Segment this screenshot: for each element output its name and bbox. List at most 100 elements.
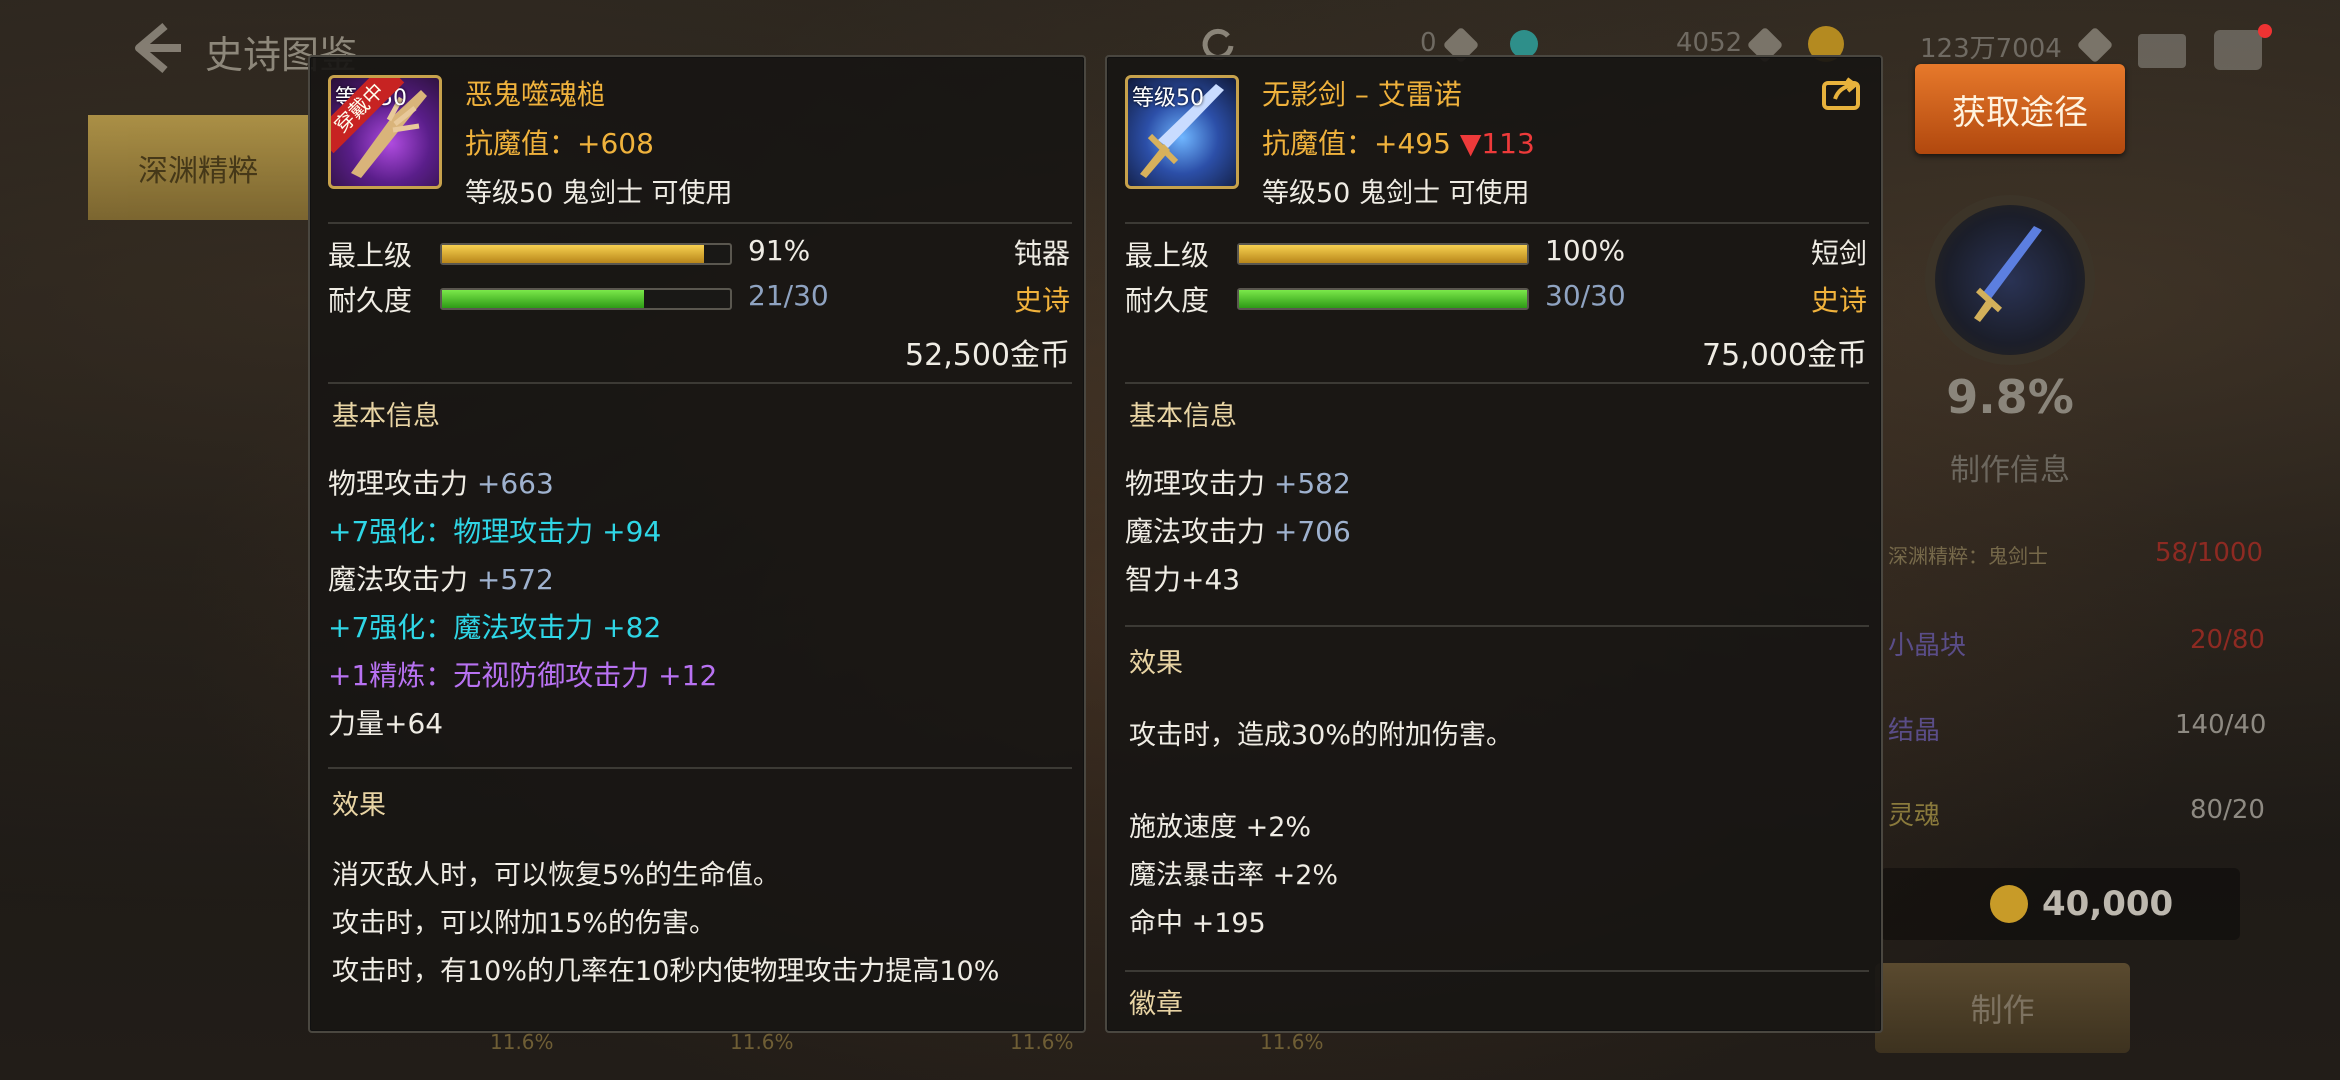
tab-abyss-essence[interactable]: 深渊精粹 <box>88 115 308 220</box>
magic-resist-diff: ▼113 <box>1459 127 1535 160</box>
stat-value: +582 <box>1273 467 1351 500</box>
stat-line: 智力+43 <box>1125 563 1241 596</box>
effect-line: 消灭敌人时，可以恢复5%的生命值。 <box>332 860 780 891</box>
durability-fill <box>442 290 644 308</box>
item-tooltip-compare: 等级50 无影剑 – 艾雷诺 抗魔值：+495 ▼113 等级50 鬼剑士 可使… <box>1105 55 1883 1033</box>
magic-resist-label: 抗魔值： <box>465 127 578 160</box>
stat-line: 力量+64 <box>328 707 444 740</box>
craft-percent: 9.8% <box>1946 370 2074 424</box>
item-price: 52,500金币 <box>905 338 1070 373</box>
divider <box>1125 625 1869 627</box>
weapon-type: 钝器 <box>1013 237 1070 270</box>
effect-line: 施放速度 +2% <box>1129 812 1312 843</box>
durability-label: 耐久度 <box>1125 284 1210 317</box>
magic-resist: 抗魔值：+608 <box>465 122 654 162</box>
stat-value: +572 <box>476 563 554 596</box>
craft-cost: 40,000 <box>2042 884 2174 924</box>
plus-currency-icon[interactable] <box>2076 26 2114 64</box>
item-tooltip-equipped: 等级50 穿戴中 恶鬼噬魂槌 抗魔值：+608 等级50 鬼剑士 可使用 最上级… <box>308 55 1086 1033</box>
stat-label: 物理攻击力 <box>328 467 477 500</box>
magic-resist: 抗魔值：+495 ▼113 <box>1262 122 1535 162</box>
stat-value: +706 <box>1273 515 1351 548</box>
max-level-label: 最上级 <box>328 239 413 272</box>
effect-line: 攻击时，造成30%的附加伤害。 <box>1129 720 1514 751</box>
basic-info-title: 基本信息 <box>332 401 440 432</box>
effect-title: 效果 <box>332 790 386 821</box>
badge-title: 徽章 <box>1129 989 1183 1020</box>
bottom-percent: 11.6% <box>1010 1030 1074 1054</box>
durability-fill <box>1239 290 1527 308</box>
craft-info-label: 制作信息 <box>1950 453 2070 488</box>
item-grade: 史诗 <box>1013 284 1070 317</box>
currency-value-1: 0 <box>1420 28 1437 58</box>
currency-value-2: 4052 <box>1676 28 1743 58</box>
divider <box>1125 382 1869 384</box>
max-level-bar <box>440 243 732 265</box>
max-level-fill <box>442 245 705 263</box>
material-name: 结晶 <box>1888 716 1941 746</box>
durability-value: 30/30 <box>1545 279 1626 312</box>
max-level-value: 91% <box>748 234 811 267</box>
max-level-value: 100% <box>1545 234 1626 267</box>
stat-line: 物理攻击力 +663 <box>328 462 554 502</box>
stat-label: 魔法攻击力 <box>1125 515 1274 548</box>
currency-value-3: 123万7004 <box>1920 34 2062 64</box>
acquire-source-button[interactable]: 获取途径 <box>1915 64 2125 154</box>
usable-requirement: 等级50 鬼剑士 可使用 <box>465 178 733 209</box>
material-count: 80/20 <box>2190 795 2265 825</box>
sword-icon <box>1974 226 2042 322</box>
effect-line: 攻击时，可以附加15%的伤害。 <box>332 908 717 939</box>
item-grade: 史诗 <box>1810 284 1867 317</box>
durability-bar <box>1237 288 1529 310</box>
back-arrow-icon[interactable] <box>125 18 185 78</box>
usable-requirement: 等级50 鬼剑士 可使用 <box>1262 178 1530 209</box>
divider <box>1125 970 1869 972</box>
material-count: 58/1000 <box>2155 538 2264 568</box>
divider <box>328 767 1072 769</box>
chat-icon[interactable] <box>2214 30 2262 70</box>
enhance-line: +7强化：物理攻击力 +94 <box>328 515 662 548</box>
material-name: 小晶块 <box>1888 631 1967 661</box>
magic-resist-value: +608 <box>577 127 654 160</box>
mail-icon[interactable] <box>2138 34 2186 68</box>
divider <box>1125 222 1869 224</box>
stat-line: 魔法攻击力 +706 <box>1125 510 1351 550</box>
weapon-type: 短剑 <box>1810 237 1867 270</box>
max-level-fill <box>1239 245 1527 263</box>
gold-coin-icon <box>1990 885 2028 923</box>
stat-value: +663 <box>476 467 554 500</box>
item-price: 75,000金币 <box>1702 338 1867 373</box>
bottom-percent: 11.6% <box>490 1030 554 1054</box>
magic-resist-label: 抗魔值： <box>1262 127 1375 160</box>
max-level-bar <box>1237 243 1529 265</box>
effect-line: 攻击时，有10%的几率在10秒内使物理攻击力提高10% <box>332 956 1000 987</box>
refine-line: +1精炼：无视防御攻击力 +12 <box>328 659 718 692</box>
material-name: 深渊精粹：鬼剑士 <box>1888 544 2048 568</box>
stat-line: 物理攻击力 +582 <box>1125 462 1351 502</box>
durability-label: 耐久度 <box>328 284 413 317</box>
effect-title: 效果 <box>1129 648 1183 679</box>
share-icon[interactable] <box>1821 75 1863 111</box>
material-count: 20/80 <box>2190 625 2265 655</box>
durability-bar <box>440 288 732 310</box>
magic-resist-value: +495 <box>1374 127 1451 160</box>
stat-label: 物理攻击力 <box>1125 467 1274 500</box>
stat-label: 魔法攻击力 <box>328 563 477 596</box>
item-name: 无影剑 – 艾雷诺 <box>1262 78 1462 111</box>
material-count: 140/40 <box>2175 710 2267 740</box>
craft-button[interactable]: 制作 <box>1875 963 2130 1053</box>
item-name: 恶鬼噬魂槌 <box>465 78 606 111</box>
item-level-tag: 等级50 <box>1132 86 1204 111</box>
durability-value: 21/30 <box>748 279 829 312</box>
enhance-line: +7强化：魔法攻击力 +82 <box>328 611 662 644</box>
effect-line: 魔法暴击率 +2% <box>1129 860 1339 891</box>
max-level-label: 最上级 <box>1125 239 1210 272</box>
bottom-percent: 11.6% <box>1260 1030 1324 1054</box>
crystal-icon <box>1510 30 1538 58</box>
basic-info-title: 基本信息 <box>1129 401 1237 432</box>
bottom-percent: 11.6% <box>730 1030 794 1054</box>
stat-line: 魔法攻击力 +572 <box>328 558 554 598</box>
notification-dot <box>2258 24 2272 38</box>
material-name: 灵魂 <box>1888 801 1941 831</box>
divider <box>328 222 1072 224</box>
